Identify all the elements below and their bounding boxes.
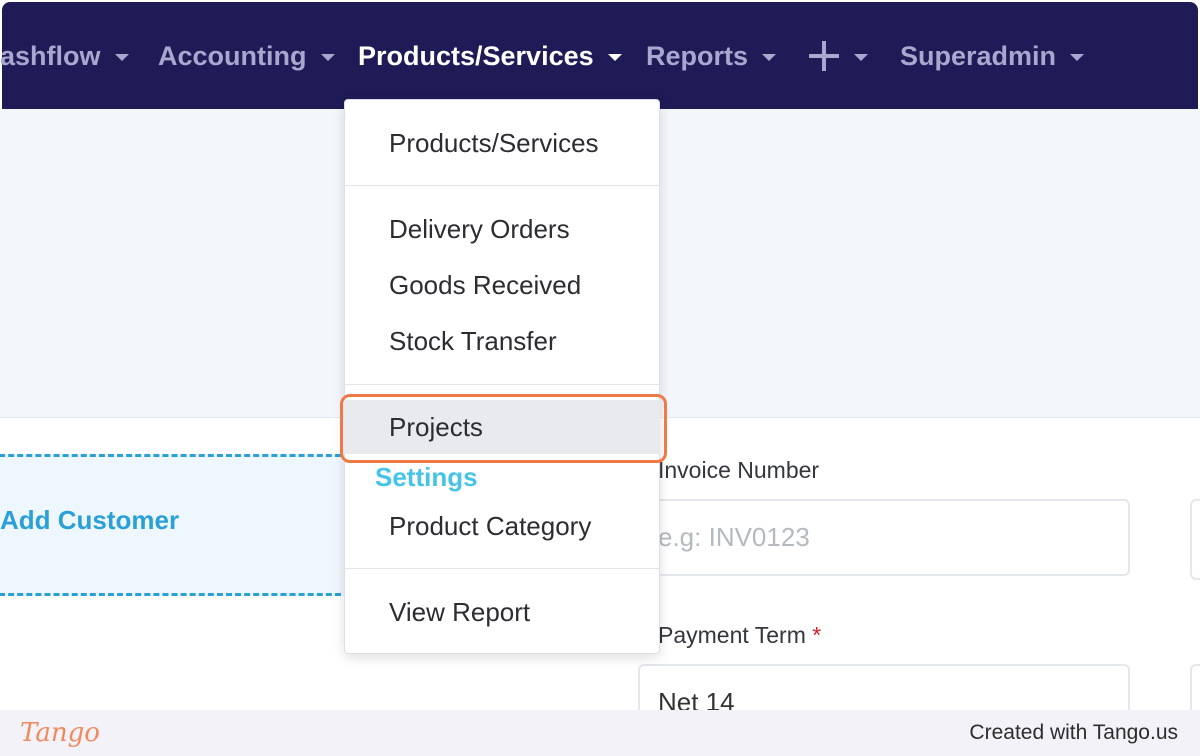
chevron-down-icon [320, 53, 335, 61]
nav-products-services[interactable]: Products/Services [358, 38, 622, 74]
menu-item-delivery-orders[interactable]: Delivery Orders [389, 214, 570, 245]
products-services-dropdown: Products/Services Delivery Orders Goods … [344, 99, 660, 654]
invoice-number-field[interactable] [638, 499, 1130, 576]
click-target-highlight [340, 394, 667, 463]
tango-footer: Tango Created with Tango.us [0, 710, 1200, 756]
plus-icon [808, 40, 840, 72]
nav-cashflow[interactable]: ashflow [0, 38, 129, 74]
menu-item-product-category[interactable]: Product Category [389, 511, 591, 542]
chevron-down-icon [854, 53, 868, 61]
tango-logo: Tango [20, 718, 100, 748]
nav-superadmin[interactable]: Superadmin [900, 38, 1085, 74]
chevron-down-icon [114, 53, 129, 61]
menu-divider [345, 568, 659, 569]
nav-accounting[interactable]: Accounting [158, 38, 335, 74]
nav-cashflow-label: ashflow [0, 41, 101, 71]
chevron-down-icon [607, 53, 622, 61]
chevron-down-icon [762, 53, 777, 61]
app-window: ashflow Accounting Products/Services Rep… [0, 0, 1200, 710]
payment-term-select[interactable]: Net 14 [638, 664, 1130, 710]
menu-section-settings: Settings [375, 462, 478, 492]
invoice-number-label: Invoice Number [658, 457, 820, 483]
menu-divider [345, 384, 659, 385]
menu-item-goods-received[interactable]: Goods Received [389, 270, 581, 301]
adjacent-field[interactable] [1190, 499, 1200, 580]
payment-term-label-text: Payment Term [658, 622, 806, 648]
add-customer-link[interactable]: Add Customer [0, 505, 179, 536]
tango-credit: Created with Tango.us [969, 721, 1178, 744]
payment-term-value: Net 14 [658, 687, 735, 710]
chevron-down-icon [1070, 53, 1085, 61]
nav-create[interactable] [808, 38, 868, 74]
required-marker: * [812, 622, 822, 648]
top-navbar: ashflow Accounting Products/Services Rep… [0, 2, 1198, 109]
menu-item-stock-transfer[interactable]: Stock Transfer [389, 326, 557, 357]
nav-reports-label: Reports [646, 41, 749, 71]
invoice-number-input[interactable] [658, 522, 1128, 553]
nav-reports[interactable]: Reports [646, 38, 777, 74]
nav-products-services-label: Products/Services [358, 41, 594, 71]
nav-accounting-label: Accounting [158, 41, 307, 71]
adjacent-field-2[interactable] [1190, 664, 1200, 710]
nav-superadmin-label: Superadmin [900, 41, 1057, 71]
menu-divider [345, 185, 659, 186]
payment-term-label: Payment Term * [658, 622, 821, 649]
menu-item-view-report[interactable]: View Report [389, 597, 530, 628]
menu-item-products-services[interactable]: Products/Services [389, 128, 599, 159]
